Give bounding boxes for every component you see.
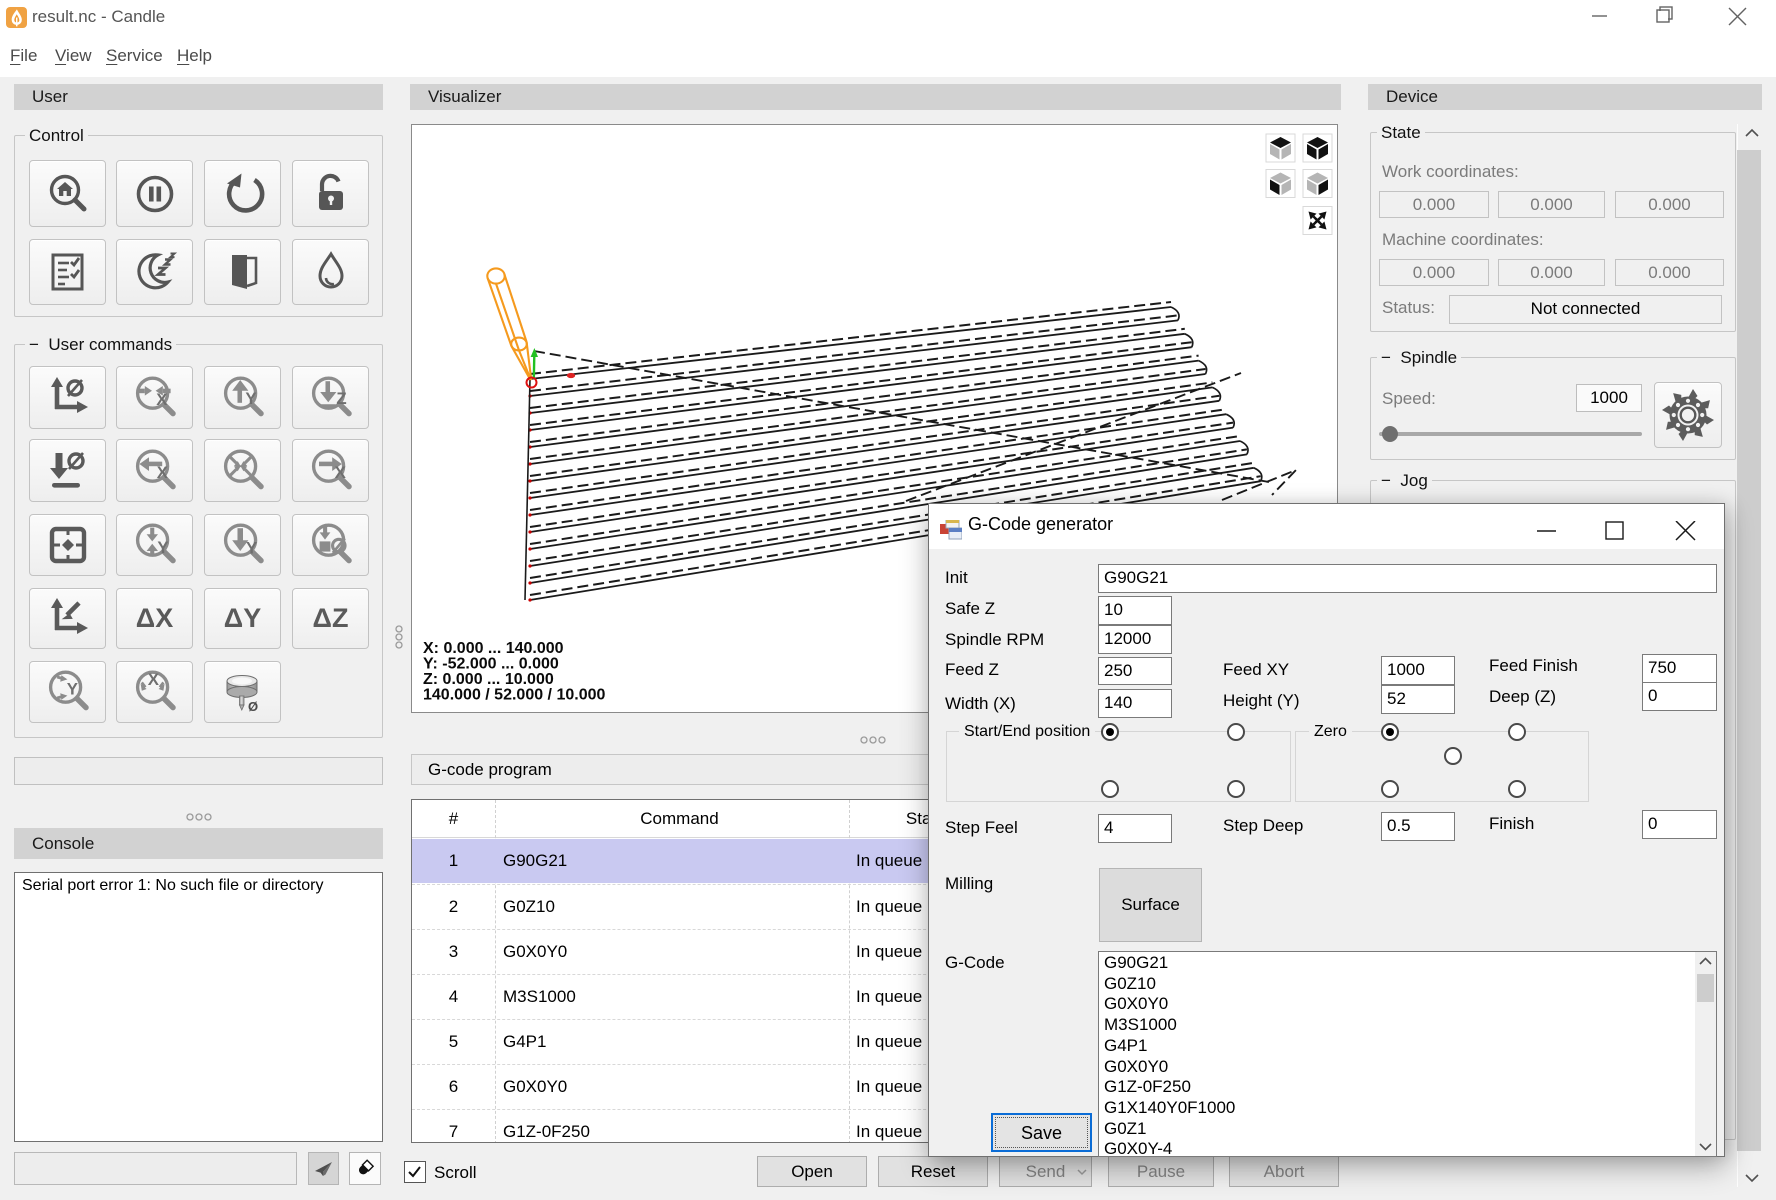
svg-text:X: X	[147, 670, 159, 689]
svg-text:Ø: Ø	[248, 699, 258, 714]
svg-text:Z: 0.000 ... 10.000: Z: 0.000 ... 10.000	[423, 671, 554, 688]
svg-text:140.000 / 52.000 / 10.000: 140.000 / 52.000 / 10.000	[423, 687, 605, 704]
svg-text:X: X	[156, 390, 168, 409]
svg-text:Y: Y	[157, 538, 168, 557]
svg-text:Z: Z	[336, 389, 346, 408]
svg-text:Y: Y	[245, 389, 256, 408]
svg-text:Y: Y	[66, 679, 77, 698]
svg-text:Y: -52.000 ... 0.000: Y: -52.000 ... 0.000	[423, 656, 559, 673]
svg-text:X: X	[156, 463, 168, 482]
svg-text:Y: Y	[246, 538, 257, 557]
svg-text:X: X	[334, 463, 346, 482]
svg-text:X: 0.000 ... 140.000: X: 0.000 ... 140.000	[423, 640, 564, 657]
